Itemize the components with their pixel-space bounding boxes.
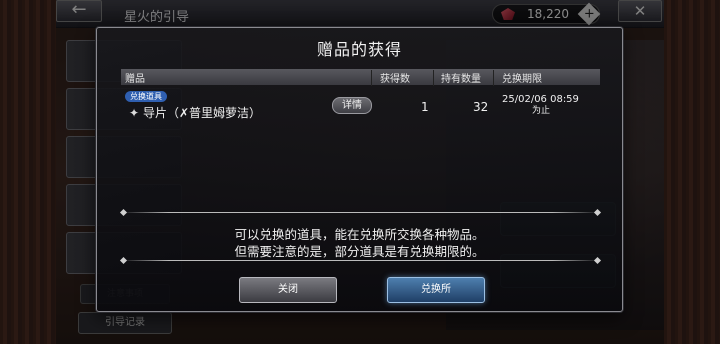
deadline-date: 25/02/06 08:59 bbox=[502, 94, 579, 105]
corner-ornament bbox=[119, 208, 128, 217]
column-header-deadline: 兑换期限 bbox=[502, 74, 542, 85]
sparkle-icon: ✦ bbox=[129, 106, 140, 120]
message-line: 但需要注意的是，部分道具是有兑换期限的。 bbox=[234, 244, 485, 259]
dialog-title: 赠品的获得 bbox=[316, 40, 402, 59]
item-name: 导片（✗普里姆萝洁） bbox=[143, 106, 262, 120]
column-header-owned: 持有数量 bbox=[441, 74, 481, 85]
divider-line bbox=[121, 260, 600, 261]
column-header-gift: 赠品 bbox=[125, 74, 145, 85]
exchange-shop-button[interactable]: 兑换所 bbox=[387, 277, 485, 303]
message-line: 可以兑换的道具，能在兑换所交换各种物品。 bbox=[234, 227, 485, 242]
corner-ornament bbox=[593, 208, 602, 217]
column-divider bbox=[371, 70, 372, 86]
column-header-obtained: 获得数 bbox=[380, 74, 410, 85]
detail-button[interactable]: 详情 bbox=[332, 97, 372, 114]
table-header: 赠品 获得数 持有数量 兑换期限 bbox=[121, 69, 600, 86]
table-row: 兑换道具 ✦ 导片（✗普里姆萝洁） 详情 1 32 25/02/06 08:59… bbox=[121, 88, 600, 130]
gift-obtained-dialog: 赠品的获得 赠品 获得数 持有数量 兑换期限 兑换道具 ✦ 导片（✗普里姆萝洁）… bbox=[96, 27, 623, 312]
column-divider bbox=[493, 70, 494, 86]
close-button[interactable]: 关闭 bbox=[239, 277, 337, 303]
exchange-deadline: 25/02/06 08:59 为止 bbox=[502, 94, 579, 117]
dialog-message: 可以兑换的道具，能在兑换所交换各种物品。 但需要注意的是，部分道具是有兑换期限的… bbox=[97, 226, 622, 260]
owned-count: 32 bbox=[473, 100, 489, 114]
column-divider bbox=[433, 70, 434, 86]
exchange-item-badge: 兑换道具 bbox=[125, 91, 167, 102]
divider-line bbox=[121, 212, 600, 213]
deadline-suffix: 为止 bbox=[532, 106, 551, 116]
obtained-count: 1 bbox=[421, 100, 429, 114]
